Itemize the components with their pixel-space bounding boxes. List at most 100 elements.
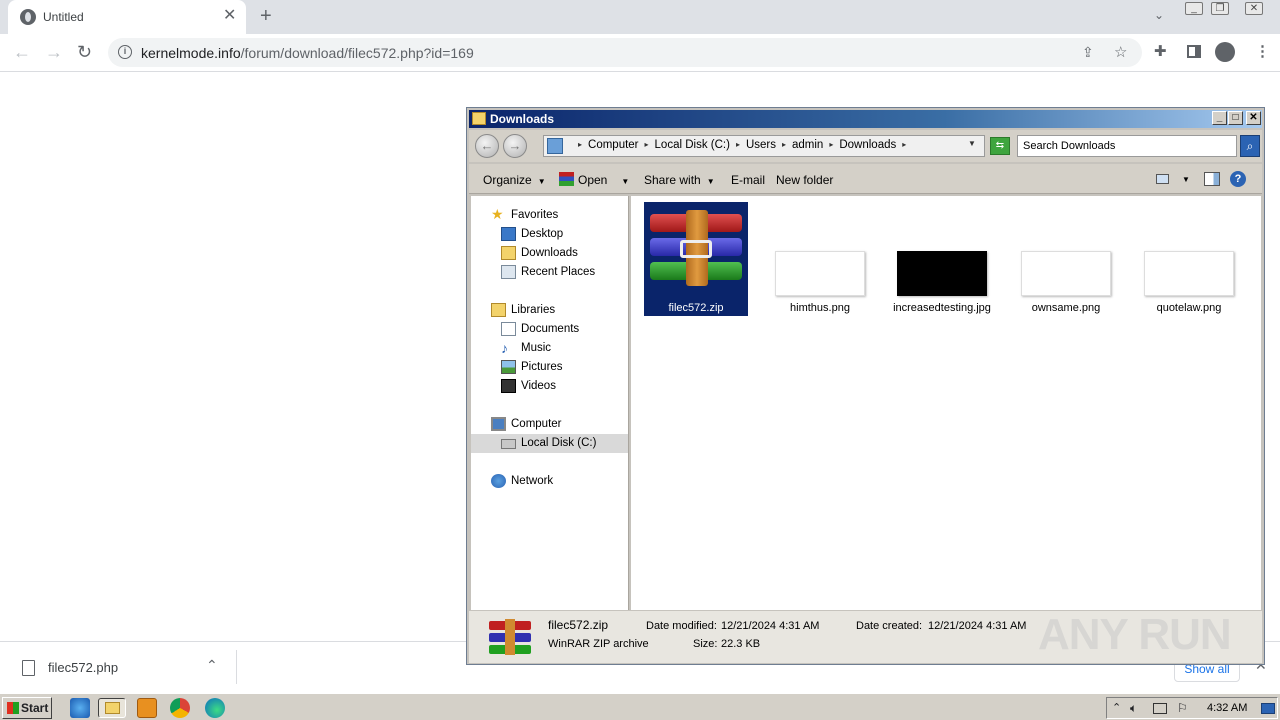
browser-toolbar: ← → ↻ i kernelmode.info/forum/download/f… (0, 34, 1280, 72)
network-globe-icon (491, 474, 506, 488)
site-info-icon[interactable]: i (118, 45, 132, 59)
tab-search-chevron-icon[interactable]: ⌄ (1154, 8, 1164, 22)
breadcrumb-separator-icon[interactable]: ▸ (645, 140, 649, 149)
address-bar[interactable]: i kernelmode.info/forum/download/filec57… (108, 38, 1142, 67)
star-icon: ★ (491, 206, 504, 222)
file-item-png[interactable]: ownsame.png (1014, 202, 1118, 316)
help-icon[interactable]: ? (1230, 171, 1246, 187)
anyrun-watermark: ANY RUN (1038, 610, 1232, 659)
address-dropdown-icon[interactable]: ▼ (968, 139, 976, 148)
system-tray: ⌃ 🔈︎ ⚐ 4:32 AM (1106, 697, 1278, 719)
chrome-icon[interactable] (170, 698, 190, 718)
nav-documents[interactable]: Documents (471, 320, 628, 339)
explorer-title-bar[interactable]: Downloads _ □ ✕ (469, 110, 1262, 128)
nav-downloads[interactable]: Downloads (471, 244, 628, 263)
edge-icon[interactable] (205, 698, 225, 718)
explorer-maximize-button[interactable]: □ (1228, 111, 1243, 125)
view-dropdown-icon[interactable]: ▼ (1182, 175, 1190, 184)
breadcrumb-separator-icon[interactable]: ▸ (902, 140, 906, 149)
back-arrow-icon[interactable]: ← (475, 134, 499, 158)
nav-pictures[interactable]: Pictures (471, 358, 628, 377)
forward-arrow-icon[interactable]: → (503, 134, 527, 158)
nav-favorites[interactable]: ★ Favorites (471, 206, 628, 225)
breadcrumb-local-disk[interactable]: Local Disk (C:) (655, 139, 730, 151)
view-options-icon[interactable] (1156, 174, 1169, 184)
file-name: quotelaw.png (1156, 302, 1222, 314)
file-item-png[interactable]: quotelaw.png (1137, 202, 1241, 316)
breadcrumb-separator-icon[interactable]: ▸ (782, 140, 786, 149)
minimize-button[interactable]: _ (1185, 2, 1203, 15)
videos-film-icon (501, 379, 516, 393)
media-player-icon[interactable] (137, 698, 157, 718)
explorer-taskbar-button[interactable] (98, 698, 126, 718)
nav-desktop[interactable]: Desktop (471, 225, 628, 244)
size-label: Size: (693, 638, 718, 650)
nav-libraries[interactable]: Libraries (471, 301, 628, 320)
bookmark-star-icon[interactable]: ☆ (1114, 43, 1127, 61)
file-name: ownsame.png (1031, 302, 1101, 314)
breadcrumb-separator-icon[interactable]: ▸ (829, 140, 833, 149)
share-icon[interactable]: ⇪ (1082, 44, 1094, 61)
close-tab-icon[interactable]: ✕ (223, 8, 236, 24)
show-hidden-icons-icon[interactable]: ⌃ (1112, 701, 1121, 714)
volume-icon[interactable]: 🔈︎ (1130, 701, 1137, 716)
close-window-button[interactable]: ✕ (1245, 2, 1263, 15)
breadcrumb-separator-icon[interactable]: ▸ (578, 140, 582, 149)
menu-kebab-icon[interactable]: ⋮ (1255, 44, 1270, 60)
file-item-jpg[interactable]: increasedtesting.jpg (890, 202, 994, 316)
explorer-address-bar[interactable]: ▸ Computer ▸ Local Disk (C:) ▸ Users ▸ admin ▸ Do… (543, 135, 985, 157)
nav-music[interactable]: ♪ Music (471, 339, 628, 358)
recent-places-icon (501, 265, 516, 279)
nav-videos[interactable]: Videos (471, 377, 628, 396)
browser-tab[interactable]: Untitled ✕ (8, 0, 246, 34)
image-thumbnail (775, 251, 865, 296)
back-arrow-icon[interactable]: ← (13, 42, 31, 62)
explorer-close-button[interactable]: ✕ (1246, 111, 1261, 125)
breadcrumb-admin[interactable]: admin (792, 139, 823, 151)
breadcrumb-computer[interactable]: Computer (588, 139, 639, 151)
breadcrumb-separator-icon[interactable]: ▸ (736, 140, 740, 149)
url-text[interactable]: kernelmode.info/forum/download/filec572.… (141, 45, 474, 61)
image-thumbnail (1144, 251, 1234, 296)
computer-icon (491, 417, 506, 431)
email-button[interactable]: E-mail (731, 173, 765, 187)
chevron-up-icon[interactable]: ⌃ (206, 657, 218, 674)
network-status-icon[interactable] (1153, 703, 1167, 714)
breadcrumb-users[interactable]: Users (746, 139, 776, 151)
clock[interactable]: 4:32 AM (1207, 702, 1247, 714)
search-input[interactable]: Search Downloads (1017, 135, 1237, 157)
local-disk-icon (501, 439, 516, 449)
forward-arrow-icon[interactable]: → (45, 42, 63, 62)
share-with-button[interactable]: Share with ▼ (644, 173, 715, 187)
extensions-puzzle-icon[interactable]: ✚ (1154, 44, 1167, 60)
restore-button[interactable]: ❐ (1211, 2, 1229, 15)
refresh-icon[interactable]: ⇆ (990, 137, 1010, 155)
file-item-png[interactable]: himthus.png (768, 202, 872, 316)
action-center-flag-icon[interactable]: ⚐ (1177, 701, 1188, 715)
show-desktop-icon[interactable] (1261, 703, 1275, 714)
start-button[interactable]: Start (2, 697, 52, 719)
new-folder-button[interactable]: New folder (776, 173, 833, 187)
downloads-folder-icon (501, 246, 516, 260)
file-icon (22, 660, 35, 676)
command-bar: Organize ▼ Open ▼ Share with ▼ E-mail New f… (469, 164, 1262, 194)
internet-explorer-icon[interactable] (70, 698, 90, 718)
nav-network[interactable]: Network (471, 472, 628, 491)
winrar-archive-icon (487, 617, 533, 657)
nav-recent-places[interactable]: Recent Places (471, 263, 628, 282)
side-panel-icon[interactable] (1187, 45, 1201, 58)
reload-icon[interactable]: ↻ (77, 42, 92, 62)
file-item-zip[interactable]: filec572.zip (644, 202, 748, 316)
winrar-icon (559, 172, 574, 186)
breadcrumb-downloads[interactable]: Downloads (839, 139, 896, 151)
download-filename[interactable]: filec572.php (48, 660, 118, 675)
nav-local-disk[interactable]: Local Disk (C:) (471, 434, 628, 453)
search-icon[interactable]: ⌕ (1240, 135, 1260, 157)
nav-computer[interactable]: Computer (471, 415, 628, 434)
new-tab-button[interactable]: + (260, 6, 272, 26)
organize-button[interactable]: Organize ▼ (483, 173, 546, 187)
profile-avatar-icon[interactable] (1215, 42, 1235, 62)
explorer-minimize-button[interactable]: _ (1212, 111, 1227, 125)
preview-pane-icon[interactable] (1204, 172, 1220, 186)
open-button[interactable]: Open ▼ (578, 173, 629, 187)
